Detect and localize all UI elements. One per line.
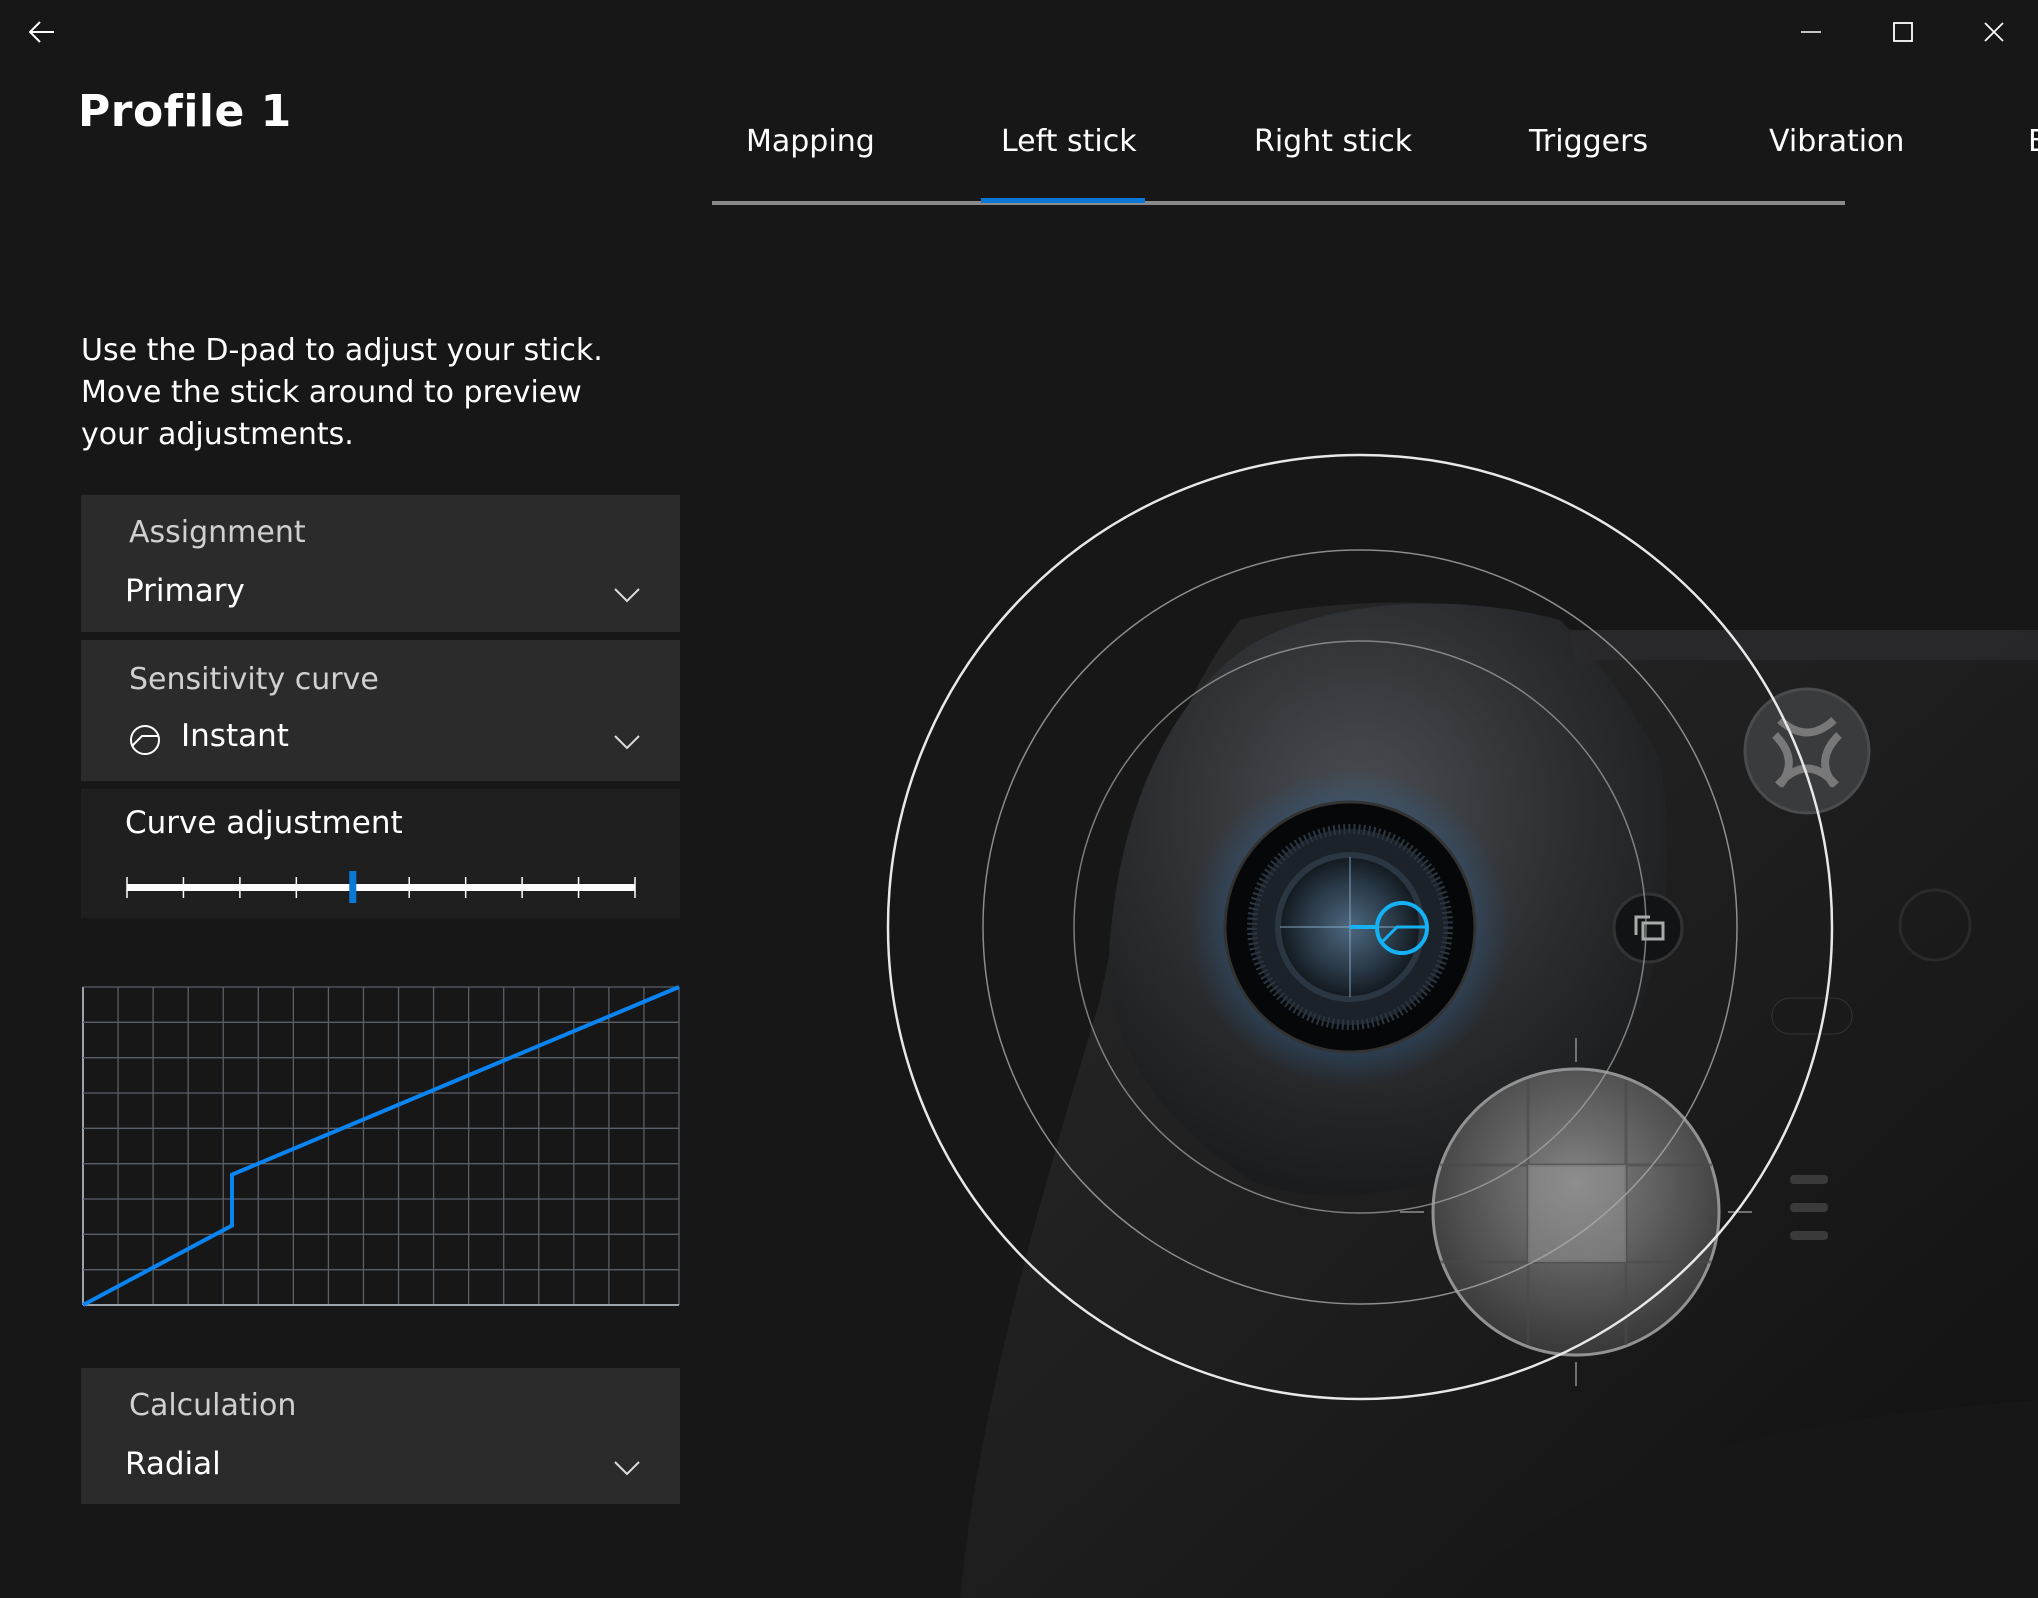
instructions-line: Move the stick around to preview <box>81 375 582 410</box>
view-button <box>1612 892 1684 964</box>
minimize-icon <box>1801 31 1821 33</box>
xbox-button <box>1743 687 1871 815</box>
sensitivity-curve-dropdown[interactable]: Sensitivity curve Instant <box>81 640 680 781</box>
assignment-value: Primary <box>125 573 245 609</box>
instructions-line: your adjustments. <box>81 417 354 452</box>
curve-adjustment-label: Curve adjustment <box>125 805 403 841</box>
tab-mapping[interactable]: Mapping <box>746 124 875 159</box>
chevron-down-icon <box>614 735 640 750</box>
calculation-dropdown[interactable]: Calculation Radial <box>81 1368 680 1504</box>
tab-left-stick[interactable]: Left stick <box>1001 124 1137 159</box>
close-icon <box>1984 22 2004 42</box>
back-button[interactable] <box>22 12 62 52</box>
tab-underline <box>712 201 1845 205</box>
tab-right-stick[interactable]: Right stick <box>1254 124 1412 159</box>
maximize-icon <box>1893 22 1913 42</box>
arrow-left-icon <box>29 21 54 43</box>
instructions-line: Use the D-pad to adjust your stick. <box>81 333 603 368</box>
slider-track <box>127 884 635 891</box>
tab-triggers[interactable]: Triggers <box>1529 124 1648 159</box>
assignment-label: Assignment <box>129 515 306 550</box>
slider-thumb[interactable] <box>349 871 357 903</box>
curve-adjustment-slider[interactable] <box>125 867 637 907</box>
instant-curve-icon <box>130 725 160 755</box>
sensitivity-curve-line <box>82 985 680 1307</box>
close-button[interactable] <box>1974 12 2014 52</box>
calculation-value: Radial <box>125 1446 221 1482</box>
sensitivity-label: Sensitivity curve <box>129 662 379 697</box>
sensitivity-curve-chart <box>82 985 680 1307</box>
chevron-down-icon <box>614 588 640 603</box>
curve-adjustment-panel: Curve adjustment <box>81 789 680 918</box>
tab-vibration[interactable]: Vibration <box>1769 124 1904 159</box>
sensitivity-value: Instant <box>181 718 289 754</box>
instructions: Use the D-pad to adjust your stick. Move… <box>81 330 641 456</box>
controller-illustration <box>886 453 2038 1598</box>
maximize-button[interactable] <box>1883 12 1923 52</box>
assignment-dropdown[interactable]: Assignment Primary <box>81 495 680 632</box>
minimize-button[interactable] <box>1791 12 1831 52</box>
chevron-down-icon <box>614 1461 640 1476</box>
active-tab-indicator <box>981 198 1145 203</box>
calculation-label: Calculation <box>129 1388 297 1423</box>
tab-partial[interactable]: B <box>2028 124 2038 159</box>
page-title: Profile 1 <box>78 86 292 137</box>
